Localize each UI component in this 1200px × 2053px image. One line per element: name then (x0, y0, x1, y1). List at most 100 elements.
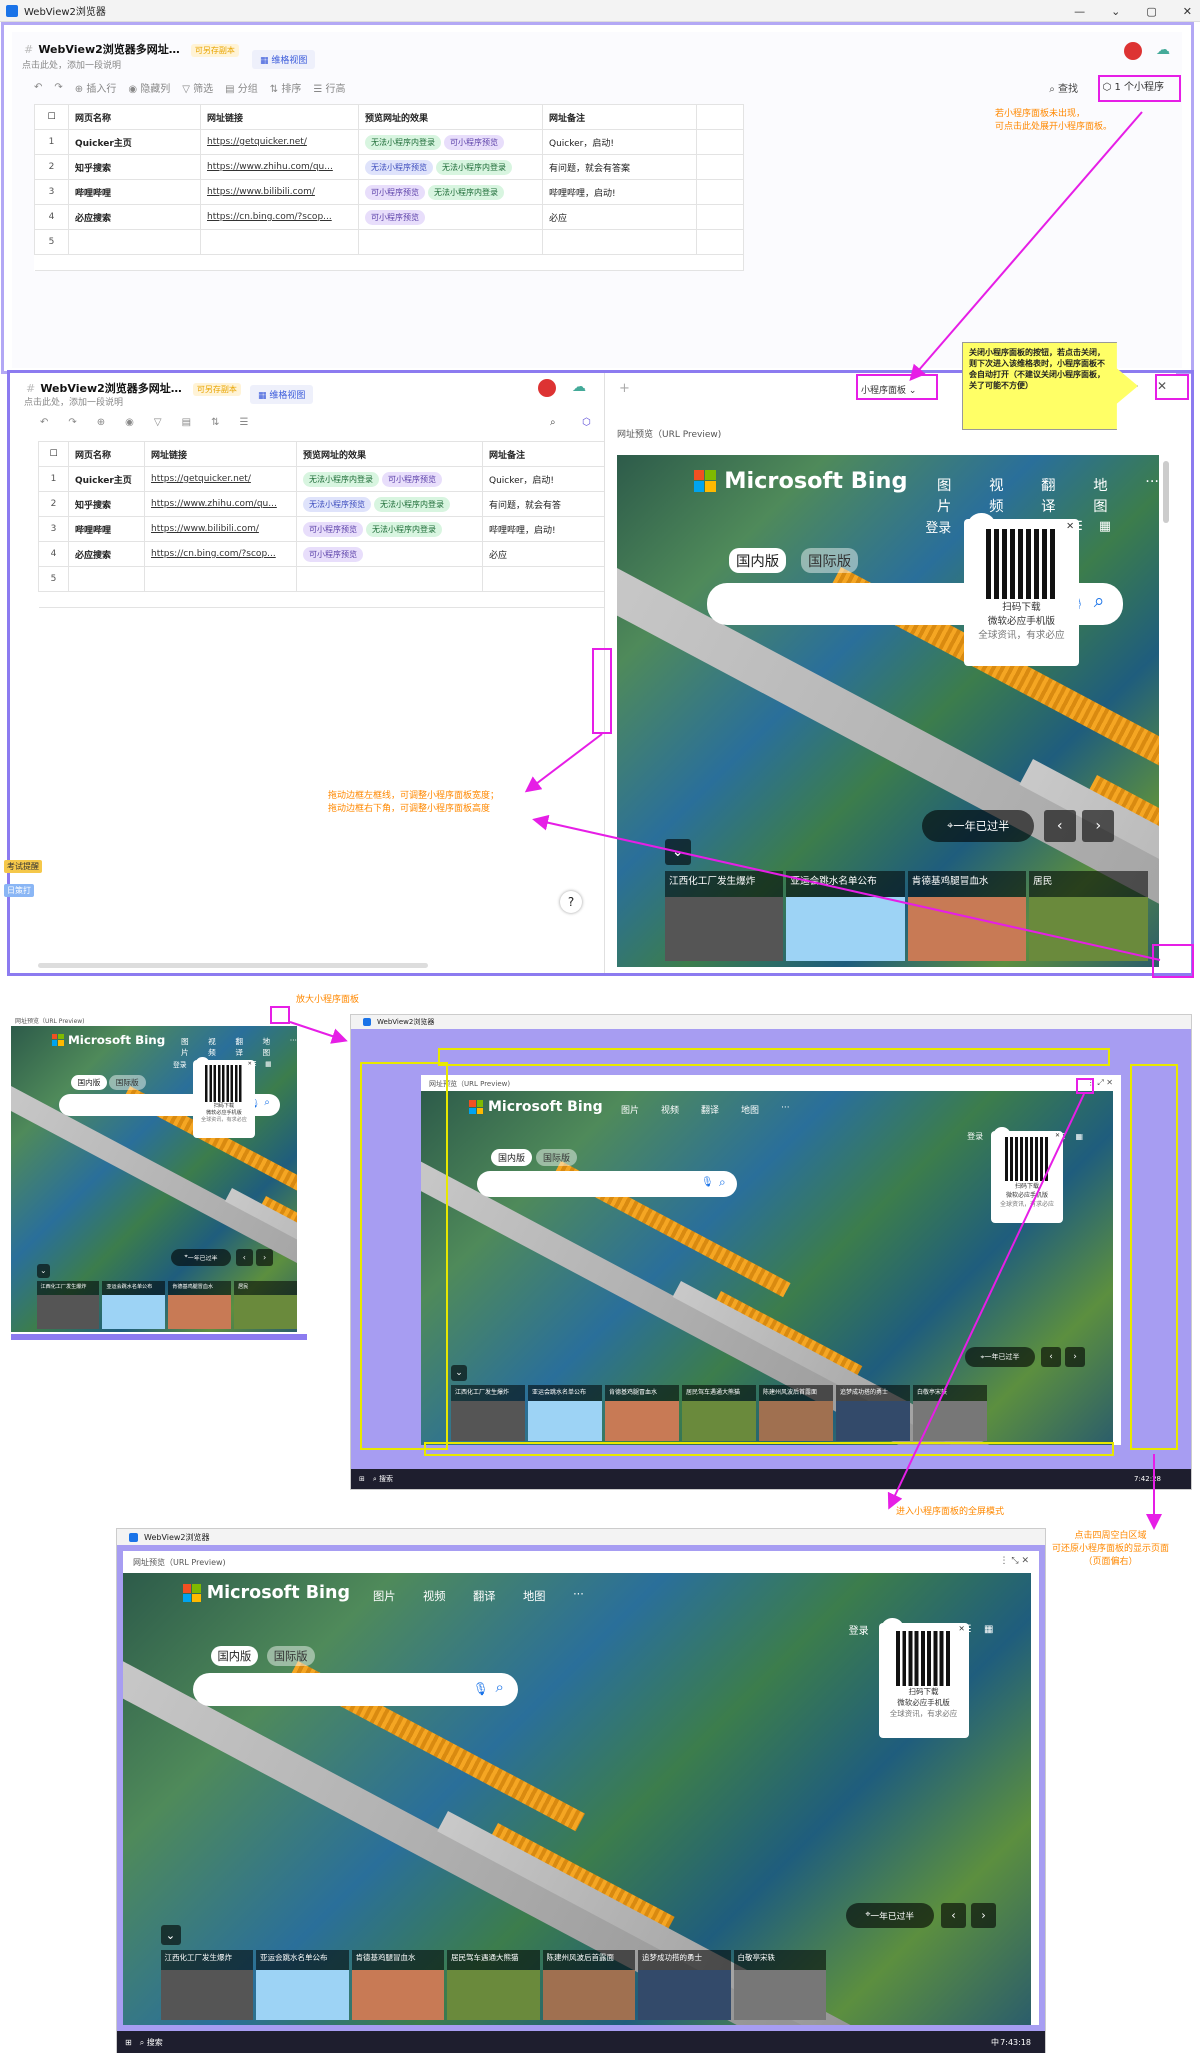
tab-intl[interactable]: 国际版 (801, 547, 859, 573)
tab-cn[interactable]: 国内版 (491, 1149, 533, 1166)
cell-name[interactable]: 哔哩哔哩 (68, 516, 145, 542)
avatar[interactable] (1124, 42, 1142, 60)
hide-column-button[interactable]: ◉ 隐藏列 (128, 80, 170, 95)
cell-preview-tags[interactable]: 可小程序预览 (358, 204, 543, 230)
table-row[interactable]: 4 必应搜索 https://cn.bing.com/?scop... 可小程序预览 必… (34, 204, 744, 230)
news-card[interactable]: 江西化工厂发生爆炸 (160, 1950, 253, 2020)
next-image-button[interactable]: › (971, 1902, 996, 1928)
cell-name[interactable] (68, 566, 145, 592)
tab-cn[interactable]: 国内版 (210, 1645, 259, 1666)
table-row[interactable]: 2 知乎搜索 https://www.zhihu.com/qu... 无法小程序预览无… (34, 154, 744, 180)
pin-button[interactable]: ⌄ (1111, 5, 1120, 18)
news-card[interactable]: 江西化工厂发生爆炸 (665, 871, 784, 961)
news-card[interactable]: 江西化工厂发生爆炸 (451, 1385, 525, 1441)
news-card[interactable]: 肯德基鸡腿冒血水 (351, 1950, 444, 2020)
search-icon[interactable]: ⌕ (496, 1678, 504, 1696)
prev-image-button[interactable]: ‹ (941, 1902, 966, 1928)
tab-cn[interactable]: 国内版 (70, 1075, 108, 1091)
table-row[interactable]: 2 知乎搜索 https://www.zhihu.com/qu... 无法小程序预览无… (38, 491, 606, 517)
news-card[interactable]: 居民驾车遇通大熊猫 (682, 1385, 756, 1441)
cell-name[interactable]: 知乎搜索 (68, 154, 201, 180)
news-card[interactable]: 亚运会跳水名单公布 (528, 1385, 602, 1441)
find-icon[interactable]: ⌕ (550, 417, 556, 428)
cell-note[interactable]: 必应 (542, 204, 697, 230)
collapse-news-button[interactable]: ⌄ (665, 839, 691, 865)
taskbar-search-4[interactable]: ⌕ 搜索 (373, 1474, 393, 1484)
news-card[interactable]: 白敬亭宋轶 (913, 1385, 987, 1441)
mini-program-icon[interactable]: ⬡ (582, 417, 591, 428)
news-card[interactable]: 陈建州风波后首露面 (542, 1950, 635, 2020)
row-height-button[interactable]: ☰ 行高 (313, 80, 345, 95)
bing-nav-item[interactable]: 地图 (741, 1103, 759, 1116)
news-card[interactable]: 肯德基鸡腿冒血水 (168, 1281, 232, 1329)
news-card[interactable]: 陈建州风波后首露面 (759, 1385, 833, 1441)
cell-preview-tags[interactable] (358, 229, 543, 255)
tab-grid-view-2[interactable]: ▦ 维格视图 (250, 385, 314, 404)
bing-search-input[interactable] (193, 1673, 518, 1706)
bing-login[interactable]: 登录 (926, 517, 952, 536)
close-icon[interactable]: ✕ (958, 1624, 964, 1633)
maximize-button[interactable]: ▢ (1146, 5, 1156, 18)
bing-nav-item[interactable]: 翻译 (235, 1036, 243, 1058)
cell-url[interactable]: https://getquicker.net/ (200, 129, 359, 155)
cell-url[interactable]: https://www.bilibili.com/ (144, 516, 297, 542)
exit-fullscreen-icon[interactable]: ⤡ (1011, 1556, 1021, 1566)
bing-nav-item[interactable]: 图片 (621, 1103, 639, 1116)
filter-button[interactable]: ▽ 筛选 (182, 80, 213, 95)
bing-login[interactable]: 登录 (849, 1622, 869, 1637)
collapse-news-button[interactable]: ⌄ (160, 1925, 181, 1945)
find-button[interactable]: ⌕ 查找 (1049, 80, 1078, 95)
doc-subtitle[interactable]: 点击此处，添加一段说明 (22, 58, 121, 71)
close-icon[interactable]: ✕ (248, 1061, 252, 1067)
bing-nav-item[interactable]: 翻译 (701, 1103, 719, 1116)
bing-preview-small[interactable]: Microsoft Bing图片视频翻译地图···登录12⬢☰▦国内版国际版🎙⌕… (11, 1026, 297, 1332)
cell-url[interactable]: https://www.bilibili.com/ (200, 179, 359, 205)
cell-name[interactable]: Quicker主页 (68, 129, 201, 155)
mic-icon[interactable]: 🎙 (701, 1177, 714, 1188)
news-card[interactable]: 肯德基鸡腿冒血水 (605, 1385, 679, 1441)
prev-image-button[interactable]: ‹ (1043, 810, 1076, 843)
bing-nav-item[interactable]: 图片 (937, 474, 954, 516)
bing-nav-item[interactable]: ··· (781, 1103, 790, 1116)
prev-image-button[interactable]: ‹ (1041, 1347, 1061, 1367)
bing-nav-item[interactable]: 图片 (373, 1588, 396, 1604)
bing-nav-item[interactable]: 地图 (1093, 474, 1110, 516)
col-header-url[interactable]: 网址链接 (200, 104, 359, 130)
bing-nav-item[interactable]: ··· (290, 1036, 297, 1058)
table-row[interactable]: 1 Quicker主页 https://getquicker.net/无法小程序内登… (34, 129, 744, 155)
col-header-note[interactable]: 网址备注 (542, 104, 697, 130)
cell-url[interactable]: https://www.zhihu.com/qu... (200, 154, 359, 180)
tab-grid-view[interactable]: ▦ 维格视图 (252, 50, 316, 69)
tab-intl[interactable]: 国际版 (108, 1075, 146, 1091)
fullscreen-icon[interactable]: ⤢ (1097, 1078, 1106, 1087)
doc-title-2[interactable]: WebView2浏览器多网址… (40, 382, 181, 395)
cell-name[interactable]: Quicker主页 (68, 466, 145, 492)
news-card[interactable]: 肯德基鸡腿冒血水 (907, 871, 1027, 961)
cell-note[interactable] (482, 566, 606, 592)
next-image-button[interactable]: › (1082, 810, 1115, 843)
minimize-button[interactable]: — (1074, 5, 1085, 18)
location-chip[interactable]: ⌖ 一年已过半 (922, 810, 1035, 843)
table-row[interactable]: 5 (38, 566, 606, 592)
cell-preview-tags[interactable]: 无法小程序内登录 可小程序预览 (358, 129, 543, 155)
start-icon[interactable]: ⊞ (359, 1475, 365, 1483)
location-chip[interactable]: ⌖ 一年已过半 (846, 1902, 934, 1928)
cell-note[interactable]: 有问题，就会有答 (482, 491, 606, 517)
redo-button[interactable]: ↷ (54, 82, 62, 93)
close-button[interactable]: ✕ (1183, 5, 1192, 18)
tab-intl[interactable]: 国际版 (266, 1645, 315, 1666)
table-row[interactable]: 4 必应搜索 https://cn.bing.com/?scop... 可小程序预览 必… (38, 541, 606, 567)
news-card[interactable]: 亚运会跳水名单公布 (256, 1950, 349, 2020)
cell-note[interactable]: 必应 (482, 541, 606, 567)
qr-icon[interactable]: ▦ (265, 1060, 271, 1068)
cell-preview-tags[interactable]: 可小程序预览 无法小程序内登录 (296, 516, 483, 542)
cell-name[interactable] (68, 229, 201, 255)
cell-note[interactable]: Quicker，启动! (542, 129, 697, 155)
add-mini-program-button[interactable]: + (619, 381, 630, 396)
cell-url[interactable]: https://www.zhihu.com/qu... (144, 491, 297, 517)
start-icon[interactable]: ⊞ (125, 2038, 132, 2047)
tab-cn[interactable]: 国内版 (729, 547, 787, 573)
sort-icon[interactable]: ⇅ (211, 417, 219, 428)
cell-note[interactable] (542, 229, 697, 255)
cloud-icon[interactable]: ☁ (572, 379, 586, 397)
